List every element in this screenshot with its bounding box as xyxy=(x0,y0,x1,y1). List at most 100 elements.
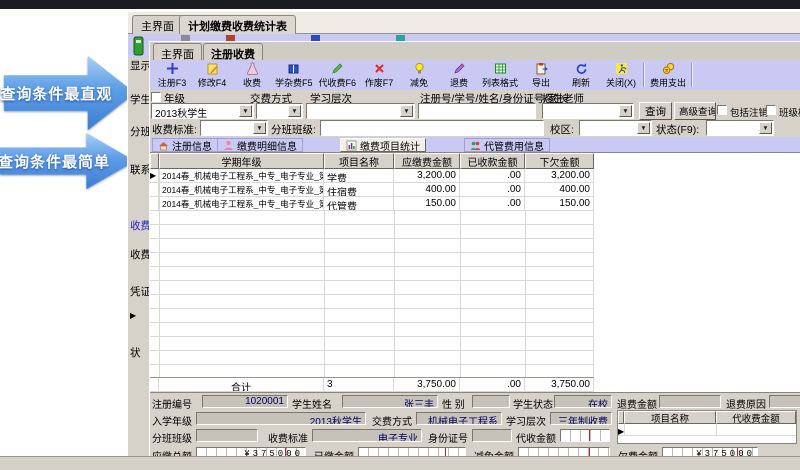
grade-checkbox[interactable] xyxy=(151,92,161,102)
cell-semester: 2014春_机械电子工程系_中专_电子专业_第一年 xyxy=(159,197,324,211)
modify-button[interactable]: 修改F4 xyxy=(192,61,232,89)
tuition-fee-button[interactable]: 学杂费F5 xyxy=(272,61,316,89)
callout-text: 查询条件最直观 xyxy=(9,56,103,130)
pay-method-value: 机械电子工程系 xyxy=(416,412,502,425)
subtab-payment-item-stats[interactable]: 缴费项目统计 xyxy=(340,138,426,152)
col-header-paid[interactable]: 已收款金额 xyxy=(460,153,525,169)
list-format-grid-icon xyxy=(494,62,507,75)
recruiter-select[interactable]: ▼ xyxy=(542,103,634,119)
id-number-label: 身份证号 xyxy=(428,430,468,445)
study-level-detail-label: 学习层次 xyxy=(506,413,546,428)
collect-fee-button[interactable]: 收费 xyxy=(232,61,272,89)
dropdown-arrow-icon[interactable]: ▼ xyxy=(637,122,650,134)
agent-fee-button[interactable]: 代收费F6 xyxy=(316,61,360,89)
refund-pen-icon xyxy=(453,62,466,75)
bar-chart-icon xyxy=(346,140,357,151)
register-plus-icon xyxy=(166,62,179,75)
subtab-label: 代管费用信息 xyxy=(484,138,544,152)
search-input[interactable] xyxy=(418,103,536,119)
dropdown-arrow-icon[interactable]: ▼ xyxy=(288,105,301,117)
row-marker-header xyxy=(150,153,159,169)
reduce-bulb-icon xyxy=(413,62,426,75)
campus-select[interactable]: ▼ xyxy=(579,120,652,136)
fee-standard-select[interactable]: ▼ xyxy=(200,120,268,136)
toolbar-button-label: 导出 xyxy=(532,76,550,89)
include-cancelled-checkbox[interactable] xyxy=(717,105,727,115)
grid-line xyxy=(593,169,594,377)
export-button[interactable]: 导出 xyxy=(521,61,561,89)
class-fuzzy-label: 班级模糊 xyxy=(779,105,800,119)
toolbar-button-label: 减免 xyxy=(410,76,428,89)
cell-due: 400.00 xyxy=(394,183,460,197)
col-header-item[interactable]: 项目名称 xyxy=(324,153,394,169)
refund-reason-label: 退费原因 xyxy=(726,396,766,411)
toolbar-button-label: 收费 xyxy=(243,76,261,89)
left-panel-label: 凭证号 xyxy=(130,284,149,299)
outer-tab-bar: 主界面 计划缴费收费统计表 xyxy=(128,12,800,34)
dropdown-arrow-icon[interactable]: ▼ xyxy=(253,122,266,134)
refund-button[interactable]: 退费 xyxy=(439,61,479,89)
class-filter-label: 分班班级: xyxy=(271,122,316,137)
refresh-button[interactable]: 刷新 xyxy=(561,61,601,89)
agent-col-amount[interactable]: 代收费金额 xyxy=(716,411,796,424)
display-format-icon[interactable] xyxy=(131,36,146,56)
close-button[interactable]: 关闭(X) xyxy=(601,61,641,89)
void-button[interactable]: 作废F7 xyxy=(359,61,399,89)
table-row[interactable]: 2014春_机械电子工程系_中专_电子专业_第一年 代管费 150.00 .00… xyxy=(150,197,594,211)
class-input[interactable] xyxy=(320,120,544,136)
subtab-registration-info[interactable]: 注册信息 xyxy=(152,138,218,152)
inner-tab-main[interactable]: 主界面 xyxy=(153,43,202,60)
grid-line xyxy=(525,211,526,377)
advanced-query-button[interactable]: 高级查询 xyxy=(674,102,716,120)
dropdown-arrow-icon[interactable]: ▼ xyxy=(759,122,772,134)
reg-no-value: 1020001 xyxy=(202,395,288,408)
refund-amount-label: 退费金额 xyxy=(617,396,657,411)
campus-label: 校区: xyxy=(550,122,574,137)
tab-main-interface[interactable]: 主界面 xyxy=(132,15,183,34)
col-header-semester[interactable]: 学期年级 xyxy=(159,153,324,169)
status-select[interactable]: ▼ xyxy=(706,120,774,136)
class-detail-label: 分班班级 xyxy=(152,430,192,445)
list-format-button[interactable]: 列表格式 xyxy=(479,61,521,89)
study-level-select[interactable]: ▼ xyxy=(306,103,415,119)
query-button[interactable]: 查询 xyxy=(639,102,672,120)
refund-reason-value xyxy=(769,395,800,408)
table-row[interactable]: ▶ 2014春_机械电子工程系_中专_电子专业_第一年 学费 3,200.00 … xyxy=(150,169,594,183)
export-clipboard-icon xyxy=(535,62,548,75)
class-fuzzy-checkbox[interactable] xyxy=(766,105,776,115)
toolbar-button-label: 代收费F6 xyxy=(319,76,357,89)
expense-button[interactable]: 费用支出 xyxy=(647,61,689,89)
subtab-payment-detail-info[interactable]: 缴费明细信息 xyxy=(217,138,303,152)
inner-tab-registration-fee[interactable]: 注册收费 xyxy=(203,43,263,60)
toolbar-button-label: 修改F4 xyxy=(198,76,227,89)
reg-no-label: 注册编号 xyxy=(152,396,192,411)
void-x-icon xyxy=(373,62,386,75)
toolbar-button-label: 关闭(X) xyxy=(606,76,636,89)
reduce-button[interactable]: 减免 xyxy=(399,61,439,89)
table-row[interactable]: 2014春_机械电子工程系_中专_电子专业_第一年 住宿费 400.00 .00… xyxy=(150,183,594,197)
dropdown-arrow-icon[interactable]: ▼ xyxy=(400,105,413,117)
dropdown-arrow-icon[interactable]: ▼ xyxy=(239,105,252,117)
house-icon xyxy=(158,140,169,151)
agent-table-row[interactable]: ▶ xyxy=(618,424,796,436)
pay-method-select[interactable]: ▼ xyxy=(256,103,303,119)
grade-select[interactable]: 2013秋学生 ▼ xyxy=(151,103,254,119)
agent-amount-label: 代收金额 xyxy=(516,430,556,445)
left-panel-label: 状 xyxy=(130,345,149,360)
callout-text: 查询条件最简单 xyxy=(5,133,102,189)
tuition-book-icon xyxy=(287,62,300,75)
dropdown-arrow-icon[interactable]: ▼ xyxy=(619,105,632,117)
left-panel-label: 学生 xyxy=(130,92,149,107)
empty-grid-rows xyxy=(150,211,594,377)
col-header-owed[interactable]: 下欠金额 xyxy=(525,153,594,169)
modify-note-icon xyxy=(206,62,219,75)
cell-paid: .00 xyxy=(460,197,525,211)
agent-col-item[interactable]: 项目名称 xyxy=(624,411,716,424)
tab-planned-fee-stats[interactable]: 计划缴费收费统计表 xyxy=(179,15,296,34)
student-status-value: 在校 xyxy=(554,395,612,408)
col-header-due[interactable]: 应缴费金额 xyxy=(394,153,460,169)
cell-item: 住宿费 xyxy=(324,183,394,197)
register-button[interactable]: 注册F3 xyxy=(152,61,192,89)
subtab-agent-fee-info[interactable]: 代管费用信息 xyxy=(464,138,550,152)
fee-standard-detail-label: 收费标准 xyxy=(268,430,308,445)
